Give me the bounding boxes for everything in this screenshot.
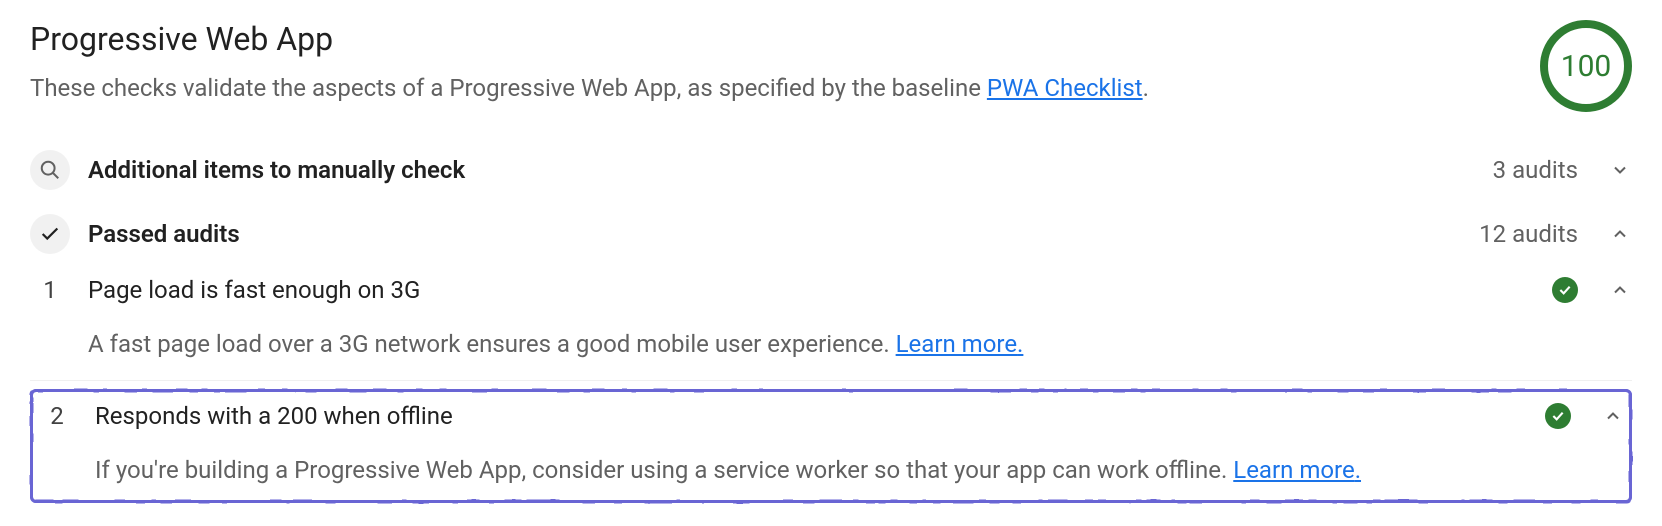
audit-number: 1 bbox=[30, 276, 70, 304]
audit-header-row[interactable]: 1 Page load is fast enough on 3G bbox=[30, 276, 1632, 304]
audit-desc-text: If you're building a Progressive Web App… bbox=[95, 456, 1233, 484]
manual-audit-count: 3 audits bbox=[1493, 156, 1578, 184]
audit-description: A fast page load over a 3G network ensur… bbox=[88, 326, 1632, 362]
manual-section-label: Additional items to manually check bbox=[88, 156, 1475, 184]
checkmark-icon bbox=[30, 214, 70, 254]
audit-title: Responds with a 200 when offline bbox=[95, 402, 1527, 430]
audit-header-row[interactable]: 2 Responds with a 200 when offline bbox=[37, 402, 1625, 430]
learn-more-link[interactable]: Learn more bbox=[1233, 456, 1361, 484]
chevron-up-icon[interactable] bbox=[1608, 222, 1632, 246]
pass-check-icon bbox=[1552, 277, 1578, 303]
passed-audit-count: 12 audits bbox=[1479, 220, 1578, 248]
chevron-up-icon[interactable] bbox=[1601, 404, 1625, 428]
page-subtitle: These checks validate the aspects of a P… bbox=[30, 70, 1510, 106]
audit-title: Page load is fast enough on 3G bbox=[88, 276, 1534, 304]
subtitle-prefix: These checks validate the aspects of a P… bbox=[30, 74, 987, 102]
subtitle-suffix: . bbox=[1143, 74, 1149, 102]
pwa-checklist-link[interactable]: PWA Checklist bbox=[987, 74, 1143, 102]
audit-desc-text: A fast page load over a 3G network ensur… bbox=[88, 330, 896, 358]
manual-checks-section-header[interactable]: Additional items to manually check 3 aud… bbox=[30, 138, 1632, 202]
page-title: Progressive Web App bbox=[30, 20, 1510, 58]
chevron-down-icon[interactable] bbox=[1608, 158, 1632, 182]
passed-section-label: Passed audits bbox=[88, 220, 1461, 248]
audit-item-highlighted: 2 Responds with a 200 when offline If yo… bbox=[30, 389, 1632, 503]
score-gauge: 100 bbox=[1540, 20, 1632, 112]
audit-item: 1 Page load is fast enough on 3G A fast … bbox=[30, 266, 1632, 381]
header-text: Progressive Web App These checks validat… bbox=[30, 20, 1510, 106]
audit-number: 2 bbox=[37, 402, 77, 430]
chevron-up-icon[interactable] bbox=[1608, 278, 1632, 302]
audit-description: If you're building a Progressive Web App… bbox=[95, 452, 1625, 488]
learn-more-link[interactable]: Learn more bbox=[896, 330, 1024, 358]
pass-check-icon bbox=[1545, 403, 1571, 429]
report-header: Progressive Web App These checks validat… bbox=[30, 20, 1632, 112]
passed-audits-section-header[interactable]: Passed audits 12 audits bbox=[30, 202, 1632, 266]
score-value: 100 bbox=[1561, 49, 1612, 84]
search-icon bbox=[30, 150, 70, 190]
